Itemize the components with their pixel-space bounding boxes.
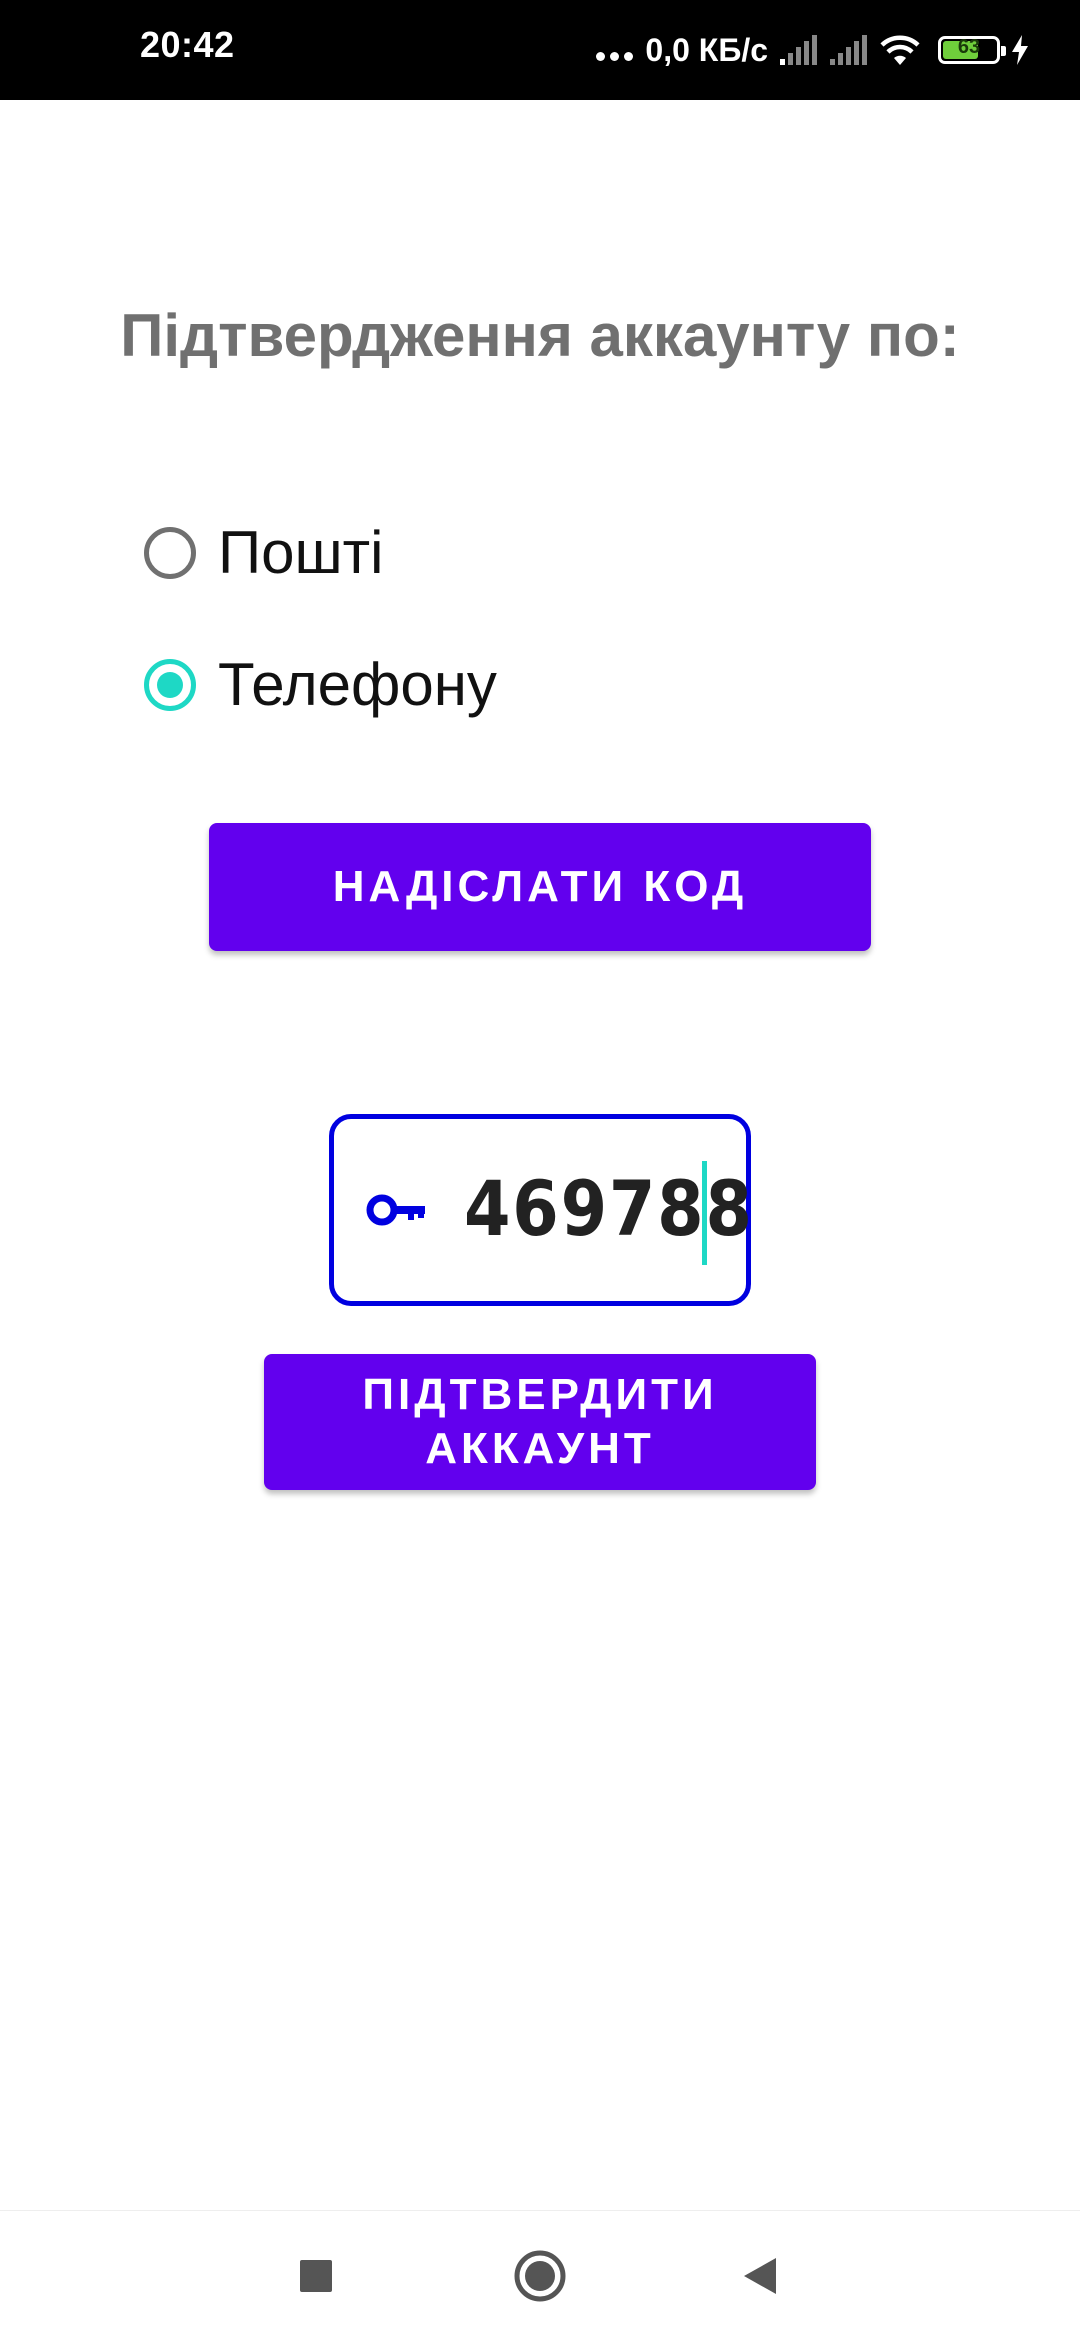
status-time: 20:42 [140, 24, 235, 65]
home-button[interactable] [480, 2211, 600, 2340]
send-code-button[interactable]: НАДІСЛАТИ КОД [209, 823, 871, 951]
key-icon [366, 1189, 428, 1236]
radio-option-phone[interactable]: Телефону [144, 650, 497, 720]
radio-label-phone: Телефону [218, 651, 497, 718]
battery-icon: 63 [938, 36, 1006, 64]
back-triangle-icon [744, 2258, 776, 2294]
radio-label-email: Пошті [218, 519, 384, 586]
recents-button[interactable] [256, 2211, 376, 2340]
confirm-account-label: ПІДТВЕРДИТИ АККАУНТ [362, 1370, 718, 1473]
code-value: 469788 [464, 1164, 754, 1253]
recents-square-icon [300, 2260, 332, 2292]
radio-option-email[interactable]: Пошті [144, 518, 383, 588]
network-speed: 0,0 КБ/с [645, 31, 768, 68]
battery-level: 63 [957, 36, 981, 58]
back-button[interactable] [700, 2211, 820, 2340]
status-icons: 0,0 КБ/с 63 [596, 26, 1030, 74]
signal-icon [828, 33, 868, 67]
page-title: Підтвердження аккаунту по: [120, 302, 960, 369]
confirm-account-button[interactable]: ПІДТВЕРДИТИ АККАУНТ [264, 1354, 816, 1490]
wifi-icon [878, 33, 922, 67]
home-circle-icon [514, 2250, 566, 2302]
status-bar: 20:42 0,0 КБ/с 63 [0, 0, 1080, 100]
radio-button-checked[interactable] [144, 659, 196, 711]
text-caret [702, 1161, 707, 1265]
send-code-label: НАДІСЛАТИ КОД [332, 862, 748, 911]
navigation-bar [0, 2210, 1080, 2340]
more-dots-icon [596, 51, 634, 61]
radio-button-unchecked[interactable] [144, 527, 196, 579]
charging-icon [1010, 34, 1030, 66]
verification-code-input[interactable]: 469788 [329, 1114, 754, 1306]
signal-icon [778, 33, 818, 67]
